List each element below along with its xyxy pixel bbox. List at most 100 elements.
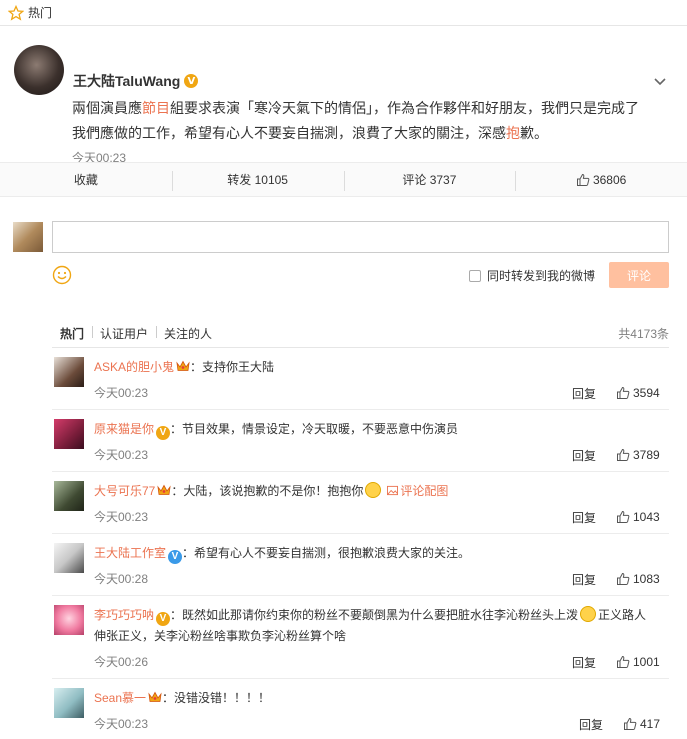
thumbs-up-icon bbox=[617, 572, 630, 585]
comment-like-count: 417 bbox=[640, 717, 661, 731]
post-text-part: 兩個演員應 bbox=[72, 100, 142, 116]
crown-badge-icon bbox=[148, 691, 162, 702]
comment-text: ASKA的胆小鬼 ：支持你王大陆 bbox=[94, 357, 654, 377]
emoji-smiley-icon[interactable] bbox=[52, 265, 72, 285]
comment-body: ：没错没错！！！！ bbox=[162, 691, 271, 705]
commenter-avatar[interactable] bbox=[54, 481, 84, 511]
comment-text: 李巧巧巧呐 V ：既然如此那请你约束你的粉丝不要颠倒黑为什么要把脏水往李沁粉丝头上泼… bbox=[94, 605, 654, 646]
comment-like-button[interactable]: 1043 bbox=[616, 510, 660, 524]
comment-text: 大号可乐77 ：大陆，该说抱歉的不是你！抱抱你 评论配图 bbox=[94, 481, 654, 501]
comment-input[interactable] bbox=[52, 221, 669, 253]
submit-comment-button[interactable]: 评论 bbox=[609, 262, 669, 288]
reply-button[interactable]: 回复 bbox=[572, 571, 596, 588]
thumbs-up-icon bbox=[617, 386, 630, 399]
comment-body: ：既然如此那请你约束你的粉丝不要颠倒黑为什么要把脏水往李沁粉丝头上泼 bbox=[170, 608, 579, 622]
post-text: 兩個演員應節目組要求表演「寒冷天氣下的情侶」，作為合作夥伴和好朋友，我們只是完成… bbox=[72, 96, 652, 146]
comment-like-button[interactable]: 1001 bbox=[616, 655, 660, 669]
reply-button[interactable]: 回复 bbox=[572, 654, 596, 671]
chevron-down-icon[interactable] bbox=[653, 74, 667, 88]
commenter-avatar[interactable] bbox=[54, 357, 84, 387]
post-action-bar: 收藏 转发 10105 评论 3737 36806 bbox=[0, 162, 687, 197]
post-text-highlight: 抱 bbox=[506, 125, 520, 141]
hug-emoji-icon bbox=[365, 482, 382, 498]
comment-like-count: 1043 bbox=[633, 510, 660, 524]
comment-item: 原来猫是你 V ：节目效果，情景设定，冷天取暖，不要恶意中伤演员 今天00:23 回… bbox=[52, 411, 669, 472]
comment-item: 李巧巧巧呐 V ：既然如此那请你约束你的粉丝不要颠倒黑为什么要把脏水往李沁粉丝头上泼… bbox=[52, 597, 669, 679]
thumbs-up-icon bbox=[617, 448, 630, 461]
comment-total: 共4173条 bbox=[618, 327, 669, 341]
comment-like-button[interactable]: 1083 bbox=[616, 572, 660, 586]
comment-button[interactable]: 评论 3737 bbox=[343, 163, 516, 196]
current-user-avatar[interactable] bbox=[13, 222, 43, 252]
comment-time: 今天00:23 bbox=[94, 717, 149, 731]
like-button[interactable]: 36806 bbox=[515, 163, 687, 196]
author-row: 王大陆TaluWang V bbox=[73, 71, 199, 91]
comment-filter-bar: 热门 认证用户 关注的人 共4173条 bbox=[52, 320, 669, 348]
image-icon bbox=[387, 485, 399, 496]
verified-badge-icon: V bbox=[156, 426, 171, 440]
comment-text: 原来猫是你 V ：节目效果，情景设定，冷天取暖，不要恶意中伤演员 bbox=[94, 419, 654, 440]
commenter-name[interactable]: 原来猫是你 bbox=[94, 422, 154, 436]
post-text-part: 歉。 bbox=[520, 125, 548, 141]
repost-label: 转发 10105 bbox=[227, 173, 288, 187]
reply-button[interactable]: 回复 bbox=[572, 447, 596, 464]
thumbs-up-icon bbox=[624, 717, 637, 730]
commenter-avatar[interactable] bbox=[54, 688, 84, 718]
author-name[interactable]: 王大陆TaluWang bbox=[73, 71, 180, 91]
commenter-name[interactable]: 王大陆工作室 bbox=[94, 546, 166, 560]
comment-body: ：节目效果，情景设定，冷天取暖，不要恶意中伤演员 bbox=[170, 422, 459, 436]
comment-like-button[interactable]: 3789 bbox=[616, 448, 660, 462]
repost-checkbox[interactable] bbox=[469, 269, 481, 282]
comment-like-button[interactable]: 3594 bbox=[616, 386, 660, 400]
verified-badge-icon: V bbox=[184, 74, 199, 88]
hot-tab-bar: 热门 bbox=[0, 0, 687, 26]
thumbs-up-icon bbox=[617, 655, 630, 668]
comment-time: 今天00:23 bbox=[94, 386, 149, 400]
comment-time: 今天00:28 bbox=[94, 572, 149, 586]
thumbs-up-icon bbox=[576, 173, 590, 186]
favorite-label: 收藏 bbox=[73, 173, 98, 187]
like-count: 36806 bbox=[592, 172, 627, 187]
author-avatar[interactable] bbox=[14, 45, 64, 95]
tab-hot[interactable]: 热门 bbox=[52, 325, 92, 342]
comment-body: ：大陆，该说抱歉的不是你！抱抱你 bbox=[171, 484, 364, 498]
favorite-button[interactable]: 收藏 bbox=[0, 163, 172, 196]
repost-to-my-weibo-option[interactable]: 同时转发到我的微博 bbox=[469, 267, 595, 284]
tab-verified-users[interactable]: 认证用户 bbox=[92, 325, 156, 342]
post-text-highlight: 節目 bbox=[142, 100, 170, 116]
star-icon bbox=[8, 4, 24, 21]
verified-badge-icon: V bbox=[168, 550, 183, 564]
weibo-post: 王大陆TaluWang V 兩個演員應節目組要求表演「寒冷天氣下的情侶」，作為合… bbox=[0, 26, 687, 165]
repost-button[interactable]: 转发 10105 bbox=[171, 163, 344, 196]
shocked-emoji-icon bbox=[580, 606, 597, 622]
comment-like-count: 3594 bbox=[633, 386, 660, 400]
crown-badge-icon bbox=[176, 360, 190, 371]
hot-tab-label: 热门 bbox=[28, 6, 53, 20]
comment-body: ：支持你王大陆 bbox=[190, 360, 275, 374]
commenter-avatar[interactable] bbox=[54, 419, 84, 449]
comment-like-count: 1083 bbox=[633, 572, 660, 586]
reply-button[interactable]: 回复 bbox=[572, 385, 596, 402]
comment-body: ：希望有心人不要妄自揣测，很抱歉浪费大家的关注。 bbox=[182, 546, 471, 560]
commenter-avatar[interactable] bbox=[54, 543, 84, 573]
comment-item: ASKA的胆小鬼 ：支持你王大陆 今天00:23 回复 3594 bbox=[52, 349, 669, 410]
comment-text: Sean慕一 ：没错没错！！！！ bbox=[94, 688, 654, 708]
tab-following[interactable]: 关注的人 bbox=[156, 325, 220, 342]
comment-image-link[interactable]: 评论配图 bbox=[400, 484, 448, 498]
comment-text: 王大陆工作室 V ：希望有心人不要妄自揣测，很抱歉浪费大家的关注。 bbox=[94, 543, 654, 564]
comment-like-count: 3789 bbox=[633, 448, 660, 462]
commenter-avatar[interactable] bbox=[54, 605, 84, 635]
comment-like-button[interactable]: 417 bbox=[623, 717, 660, 731]
crown-badge-icon bbox=[157, 484, 171, 495]
reply-button[interactable]: 回复 bbox=[579, 716, 603, 733]
comment-item: Sean慕一 ：没错没错！！！！ 今天00:23 回复 417 bbox=[52, 680, 669, 739]
reply-button[interactable]: 回复 bbox=[572, 509, 596, 526]
comment-item: 王大陆工作室 V ：希望有心人不要妄自揣测，很抱歉浪费大家的关注。 今天00:28 … bbox=[52, 535, 669, 596]
comment-time: 今天00:26 bbox=[94, 655, 149, 669]
comment-item: 大号可乐77 ：大陆，该说抱歉的不是你！抱抱你 评论配图 今天00:23 回复 10… bbox=[52, 473, 669, 534]
commenter-name[interactable]: Sean慕一 bbox=[94, 691, 146, 705]
commenter-name[interactable]: 李巧巧巧呐 bbox=[94, 608, 154, 622]
commenter-name[interactable]: ASKA的胆小鬼 bbox=[94, 360, 174, 374]
thumbs-up-icon bbox=[617, 510, 630, 523]
commenter-name[interactable]: 大号可乐77 bbox=[94, 484, 155, 498]
